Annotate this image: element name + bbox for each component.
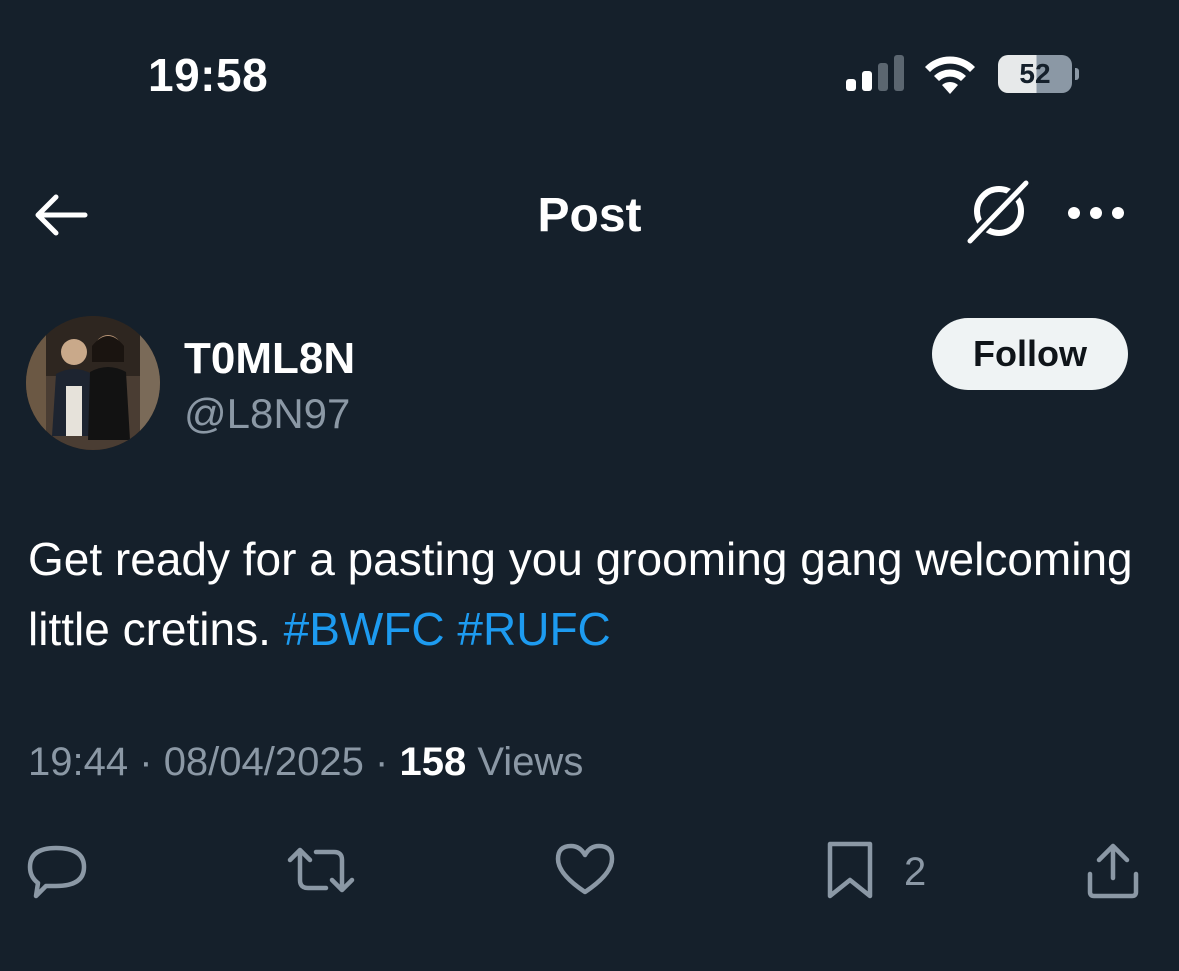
avatar-photo — [26, 316, 160, 450]
reply-icon — [27, 845, 87, 899]
post-meta: 19:44 · 08/04/2025 · 158 Views — [28, 740, 583, 785]
post-text: Get ready for a pasting you grooming gan… — [28, 524, 1148, 664]
author-display-name[interactable]: T0ML8N — [184, 334, 355, 384]
share-icon — [1087, 843, 1139, 899]
bookmark-count: 2 — [904, 850, 927, 894]
battery-level: 52 — [998, 55, 1072, 93]
battery-indicator: 52 — [998, 55, 1079, 93]
wifi-icon — [925, 56, 975, 94]
repost-icon — [287, 847, 355, 893]
hashtag-rufc[interactable]: #RUFC — [457, 603, 610, 655]
status-time: 19:58 — [148, 49, 269, 101]
more-dots-icon[interactable] — [1066, 198, 1126, 228]
grok-icon[interactable] — [962, 178, 1034, 248]
status-bar: 19:58 52 — [0, 0, 1179, 150]
repost-button[interactable] — [286, 840, 356, 900]
like-button[interactable] — [554, 840, 616, 900]
cellular-signal-icon — [846, 55, 904, 91]
post-time: 19:44 — [28, 740, 129, 784]
bookmark-icon — [827, 841, 873, 899]
heart-icon — [555, 843, 615, 895]
meta-separator: · — [139, 740, 153, 784]
avatar[interactable] — [26, 316, 160, 450]
views-count: 158 — [399, 740, 467, 784]
share-button[interactable] — [1084, 840, 1142, 900]
hashtag-bwfc[interactable]: #BWFC — [284, 603, 445, 655]
follow-button[interactable]: Follow — [932, 318, 1128, 390]
post-header: Post — [0, 150, 1179, 280]
battery-tip — [1075, 68, 1079, 80]
meta-separator: · — [375, 740, 389, 784]
bookmark-button[interactable]: 2 — [824, 840, 944, 900]
post-action-bar: 2 — [0, 830, 1179, 910]
author-handle[interactable]: @L8N97 — [184, 390, 350, 438]
post-author-row: T0ML8N @L8N97 Follow — [0, 310, 1179, 460]
reply-button[interactable] — [26, 840, 90, 900]
views-label: Views — [477, 740, 584, 784]
post-date: 08/04/2025 — [163, 740, 364, 784]
